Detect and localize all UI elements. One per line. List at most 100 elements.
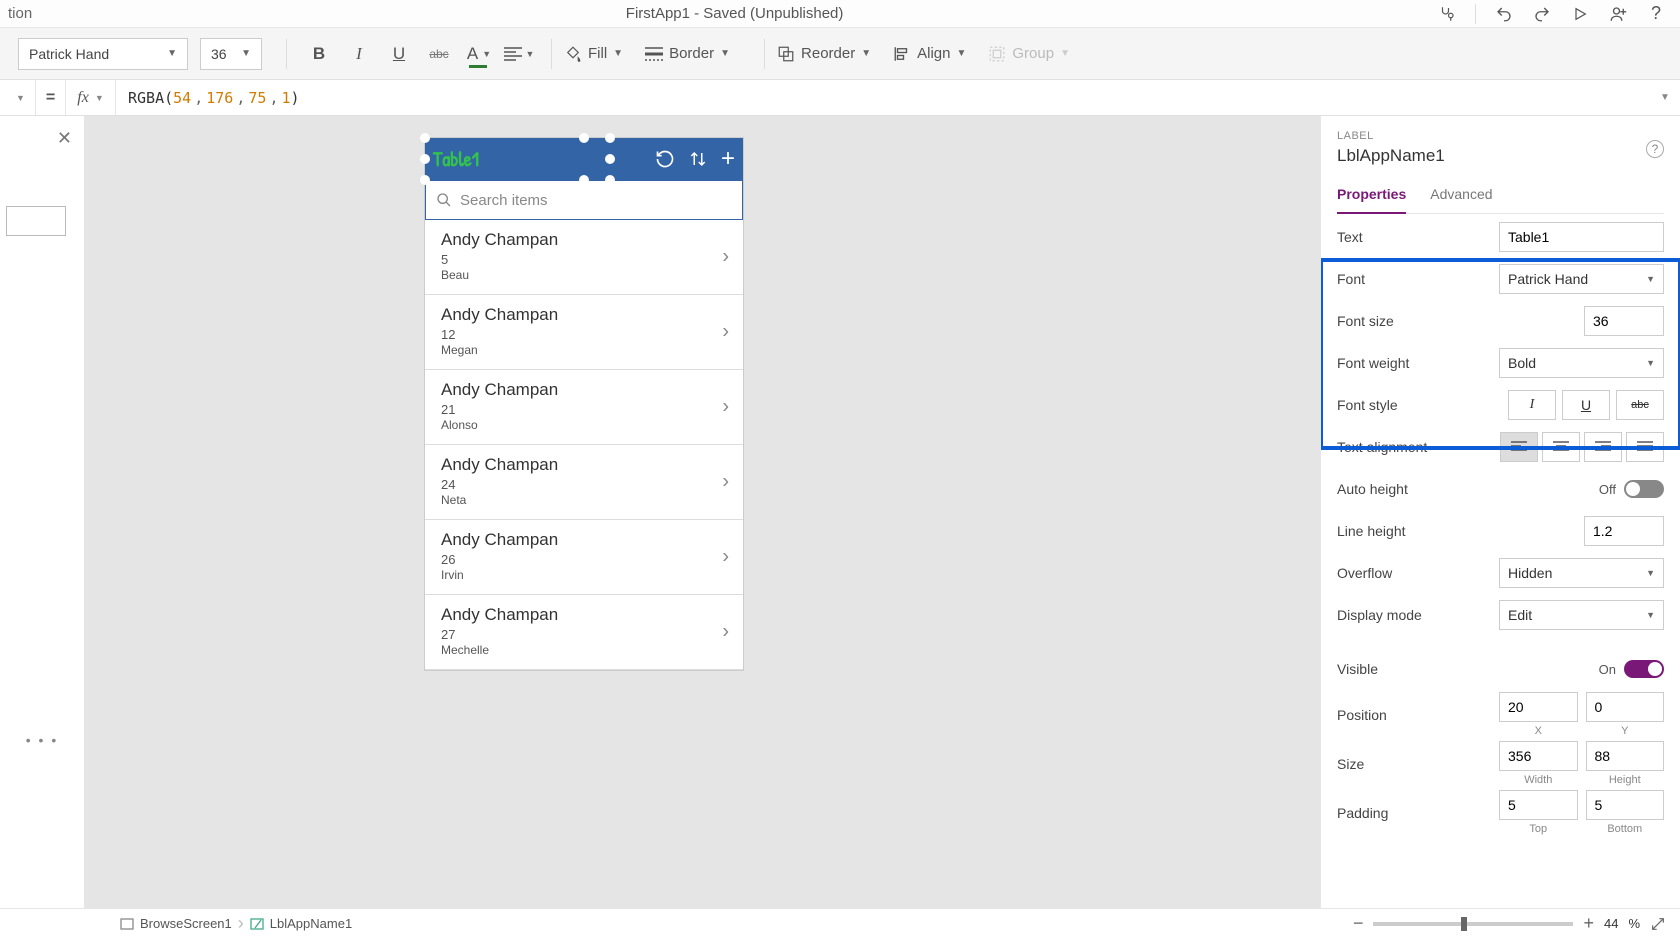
italic-toggle[interactable]: I (1508, 390, 1556, 420)
chevron-right-icon[interactable]: › (722, 396, 729, 419)
pad-top-input[interactable] (1499, 790, 1578, 820)
screen-icon (120, 918, 134, 930)
font-family-select[interactable]: Patrick Hand▼ (18, 38, 188, 70)
strike-toggle[interactable]: abc (1616, 390, 1664, 420)
align-right-button[interactable] (1584, 432, 1622, 462)
label-line-height: Line height (1337, 523, 1584, 539)
item-title: Andy Champan (441, 530, 727, 550)
pad-bot-input[interactable] (1586, 790, 1665, 820)
overflow-select[interactable]: Hidden▼ (1499, 558, 1664, 588)
property-select[interactable]: ▼ (0, 80, 36, 115)
properties-panel: LABEL LblAppName1 ? Properties Advanced … (1320, 116, 1680, 908)
underline-toggle[interactable]: U (1562, 390, 1610, 420)
format-toolbar: Patrick Hand▼ 36▼ B I U abc A▼ ▼ Fill▼ B… (0, 28, 1680, 80)
chevron-right-icon[interactable]: › (722, 246, 729, 269)
formula-input[interactable]: RGBA( 54, 176, 75, 1) (116, 89, 1650, 107)
fill-button[interactable]: Fill▼ (564, 45, 623, 63)
chevron-right-icon[interactable]: › (722, 546, 729, 569)
undo-icon[interactable] (1494, 4, 1514, 24)
element-type-label: LABEL (1337, 130, 1664, 142)
label-position: Position (1337, 707, 1499, 723)
zoom-controls: − + 44 % (1353, 913, 1680, 934)
line-height-input[interactable] (1584, 516, 1664, 546)
strikethrough-button[interactable]: abc (419, 34, 459, 74)
gallery-item[interactable]: Andy Champan12Megan› (425, 295, 743, 370)
gallery-item[interactable]: Andy Champan5Beau› (425, 220, 743, 295)
play-icon[interactable] (1570, 4, 1590, 24)
panel-help-icon[interactable]: ? (1646, 140, 1664, 158)
reorder-button[interactable]: Reorder▼ (777, 45, 871, 63)
font-select[interactable]: Patrick Hand▼ (1499, 264, 1664, 294)
gallery-item[interactable]: Andy Champan24Neta› (425, 445, 743, 520)
label-font-style: Font style (1337, 397, 1508, 413)
sort-icon[interactable] (689, 149, 707, 169)
auto-height-toggle[interactable] (1624, 480, 1664, 498)
border-button[interactable]: Border▼ (645, 45, 730, 62)
search-input[interactable]: Search items (425, 180, 743, 220)
item-sub2: Megan (441, 343, 727, 357)
equals-label: = (36, 80, 66, 115)
size-w-input[interactable] (1499, 741, 1578, 771)
gallery-item[interactable]: Andy Champan27Mechelle› (425, 595, 743, 670)
item-sub1: 12 (441, 327, 727, 342)
chevron-right-icon[interactable]: › (722, 471, 729, 494)
align-button[interactable]: ▼ (499, 34, 539, 74)
app-header[interactable]: Table1 + (425, 138, 743, 180)
align-justify-button[interactable] (1626, 432, 1664, 462)
help-icon[interactable]: ? (1646, 4, 1666, 24)
bold-button[interactable]: B (299, 34, 339, 74)
left-panel-input[interactable] (6, 206, 66, 236)
italic-button[interactable]: I (339, 34, 379, 74)
app-title: FirstApp1 - Saved (Unpublished) (32, 5, 1437, 22)
pos-x-input[interactable] (1499, 692, 1578, 722)
align-objects-button[interactable]: Align▼ (893, 45, 966, 63)
zoom-slider[interactable] (1373, 922, 1573, 926)
label-font-size: Font size (1337, 313, 1584, 329)
diagnostics-icon[interactable] (1437, 4, 1457, 24)
font-weight-select[interactable]: Bold▼ (1499, 348, 1664, 378)
tab-advanced[interactable]: Advanced (1430, 180, 1492, 213)
item-sub1: 24 (441, 477, 727, 492)
font-size-input[interactable] (1584, 306, 1664, 336)
main-area: ✕ • • • Table1 + (0, 116, 1680, 908)
gallery-item[interactable]: Andy Champan26Irvin› (425, 520, 743, 595)
text-input[interactable] (1499, 222, 1664, 252)
align-center-button[interactable] (1542, 432, 1580, 462)
breadcrumb-screen[interactable]: BrowseScreen1 (110, 916, 242, 931)
close-panel-icon[interactable]: ✕ (57, 128, 72, 149)
more-icon[interactable]: • • • (0, 732, 84, 748)
app-title-label[interactable]: Table1 (433, 146, 479, 173)
label-auto-height: Auto height (1337, 481, 1599, 497)
item-sub2: Alonso (441, 418, 727, 432)
canvas[interactable]: Table1 + Search items Andy Champan5Beau›… (85, 116, 1320, 908)
label-icon (250, 918, 264, 930)
font-color-button[interactable]: A▼ (459, 34, 499, 74)
add-icon[interactable]: + (721, 147, 735, 171)
formula-bar: ▼ = fx▼ RGBA( 54, 176, 75, 1) ▼ (0, 80, 1680, 116)
gallery-item[interactable]: Andy Champan21Alonso› (425, 370, 743, 445)
title-bar: tion FirstApp1 - Saved (Unpublished) ? (0, 0, 1680, 28)
search-icon (436, 192, 452, 208)
zoom-in-button[interactable]: + (1583, 913, 1594, 934)
share-icon[interactable] (1608, 4, 1628, 24)
align-left-button[interactable] (1500, 432, 1538, 462)
chevron-right-icon[interactable]: › (722, 321, 729, 344)
fx-button[interactable]: fx▼ (66, 80, 116, 115)
font-size-select[interactable]: 36▼ (200, 38, 262, 70)
fit-screen-icon[interactable] (1650, 916, 1666, 932)
tab-properties[interactable]: Properties (1337, 180, 1406, 214)
visible-toggle[interactable] (1624, 660, 1664, 678)
zoom-out-button[interactable]: − (1353, 913, 1364, 934)
breadcrumb-control[interactable]: LblAppName1 (240, 916, 362, 931)
expand-formula-icon[interactable]: ▼ (1650, 92, 1680, 103)
item-sub2: Irvin (441, 568, 727, 582)
pos-y-input[interactable] (1586, 692, 1665, 722)
underline-button[interactable]: U (379, 34, 419, 74)
chevron-right-icon[interactable]: › (722, 621, 729, 644)
size-h-input[interactable] (1586, 741, 1665, 771)
label-visible: Visible (1337, 661, 1599, 677)
display-mode-select[interactable]: Edit▼ (1499, 600, 1664, 630)
redo-icon[interactable] (1532, 4, 1552, 24)
item-sub1: 27 (441, 627, 727, 642)
refresh-icon[interactable] (655, 149, 675, 169)
